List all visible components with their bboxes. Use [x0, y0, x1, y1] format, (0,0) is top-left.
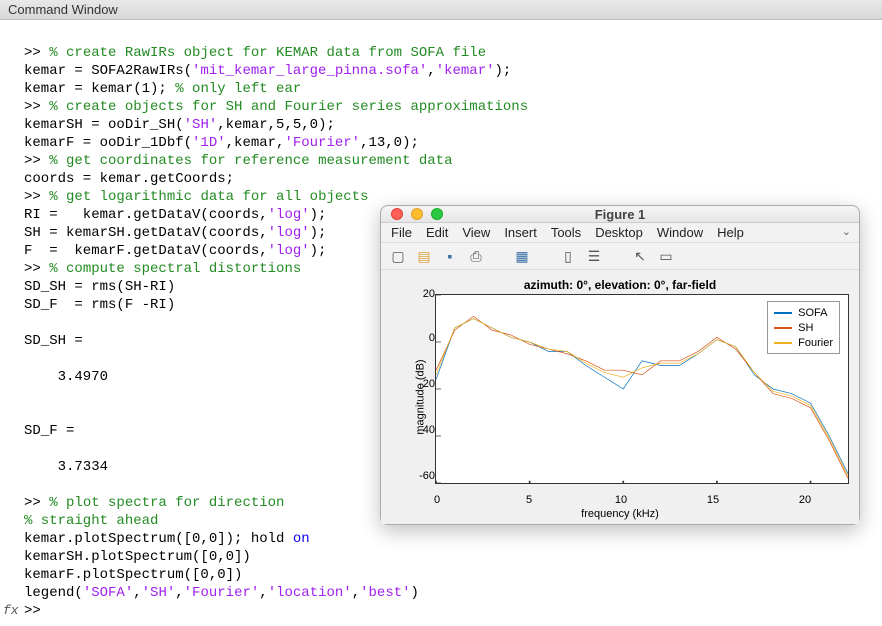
prompt: >>	[24, 495, 41, 511]
fx-indicator: fx	[3, 602, 19, 620]
close-icon[interactable]	[391, 208, 403, 220]
prompt: >>	[24, 99, 41, 115]
y-tick: -60	[405, 470, 435, 482]
new-figure-icon[interactable]: ▢	[389, 247, 407, 265]
comment: % straight ahead	[24, 513, 158, 529]
legend-entry-sh: SH	[774, 320, 833, 335]
code-line: kemar = kemar(1); % only left ear	[24, 81, 301, 97]
menu-file[interactable]: File	[391, 225, 412, 240]
colorbar-icon[interactable]: ▯	[559, 247, 577, 265]
y-tick: 0	[405, 332, 435, 344]
code-line: kemarSH = ooDir_SH('SH',kemar,5,5,0);	[24, 117, 335, 133]
code-line: kemarSH.plotSpectrum([0,0])	[24, 549, 251, 565]
plot-title: azimuth: 0°, elevation: 0°, far-field	[391, 278, 849, 292]
code-line: kemar = SOFA2RawIRs('mit_kemar_large_pin…	[24, 63, 511, 79]
window-title-bar: Command Window	[0, 0, 882, 20]
minimize-icon[interactable]	[411, 208, 423, 220]
prompt: >>	[24, 261, 41, 277]
x-tick: 20	[799, 494, 811, 506]
plot-area: azimuth: 0°, elevation: 0°, far-field ma…	[381, 270, 859, 524]
output-var: SD_F =	[24, 423, 74, 439]
output-var: SD_SH =	[24, 333, 83, 349]
code-line: legend('SOFA','SH','Fourier','location',…	[24, 585, 419, 601]
prompt: >>	[24, 153, 41, 169]
code-line: SH = kemarSH.getDataV(coords,'log');	[24, 225, 326, 241]
x-tick: 15	[707, 494, 719, 506]
x-tick: 5	[526, 494, 532, 506]
code-line: RI = kemar.getDataV(coords,'log');	[24, 207, 326, 223]
figure-window[interactable]: Figure 1 File Edit View Insert Tools Des…	[380, 205, 860, 525]
y-tick: -40	[405, 424, 435, 436]
code-line: SD_F = rms(F -RI)	[24, 297, 175, 313]
legend-swatch	[774, 342, 792, 344]
menu-edit[interactable]: Edit	[426, 225, 448, 240]
menu-overflow-icon[interactable]: ⌄	[842, 225, 851, 238]
legend-swatch	[774, 327, 792, 329]
code-line: kemar.plotSpectrum([0,0]); hold on	[24, 531, 310, 547]
x-tick: 10	[615, 494, 627, 506]
open-icon[interactable]: ▤	[415, 247, 433, 265]
legend-swatch	[774, 312, 792, 314]
comment: % create objects for SH and Fourier seri…	[49, 99, 528, 115]
menu-desktop[interactable]: Desktop	[595, 225, 643, 240]
code-line: F = kemarF.getDataV(coords,'log');	[24, 243, 326, 259]
x-axis-label: frequency (kHz)	[381, 508, 859, 520]
menu-tools[interactable]: Tools	[551, 225, 581, 240]
code-line: coords = kemar.getCoords;	[24, 171, 234, 187]
prompt: >>	[24, 189, 41, 205]
zoom-icon[interactable]	[431, 208, 443, 220]
save-icon[interactable]: ▪	[441, 247, 459, 265]
window-title: Command Window	[8, 2, 118, 17]
comment: % get logarithmic data for all objects	[49, 189, 368, 205]
comment: % create RawIRs object for KEMAR data fr…	[49, 45, 486, 61]
menu-window[interactable]: Window	[657, 225, 703, 240]
legend-entry-fourier: Fourier	[774, 335, 833, 350]
output-value: 3.4970	[24, 369, 108, 385]
axes-box[interactable]: SOFA SH Fourier	[435, 294, 849, 484]
prompt: >>	[24, 45, 41, 61]
y-tick: 20	[405, 288, 435, 300]
prompt[interactable]: >>	[24, 603, 41, 619]
legend[interactable]: SOFA SH Fourier	[767, 301, 840, 354]
link-plot-icon[interactable]: ▦	[513, 247, 531, 265]
y-tick: -20	[405, 378, 435, 390]
menu-view[interactable]: View	[462, 225, 490, 240]
figure-menubar: File Edit View Insert Tools Desktop Wind…	[381, 223, 859, 243]
open-property-icon[interactable]: ▭	[657, 247, 675, 265]
menu-help[interactable]: Help	[717, 225, 744, 240]
figure-titlebar[interactable]: Figure 1	[381, 206, 859, 223]
comment: % get coordinates for reference measurem…	[49, 153, 452, 169]
print-icon[interactable]: ⎙	[467, 247, 485, 265]
figure-toolbar: ▢ ▤ ▪ ⎙ ▦ ▯ ☰ ↖ ▭	[381, 243, 859, 270]
output-value: 3.7334	[24, 459, 108, 475]
figure-title: Figure 1	[381, 207, 859, 222]
legend-entry-sofa: SOFA	[774, 305, 833, 320]
comment: % compute spectral distortions	[49, 261, 301, 277]
code-line: kemarF = ooDir_1Dbf('1D',kemar,'Fourier'…	[24, 135, 419, 151]
legend-icon[interactable]: ☰	[585, 247, 603, 265]
code-line: SD_SH = rms(SH-RI)	[24, 279, 175, 295]
x-tick: 0	[434, 494, 440, 506]
comment: % plot spectra for direction	[49, 495, 284, 511]
menu-insert[interactable]: Insert	[504, 225, 537, 240]
code-line: kemarF.plotSpectrum([0,0])	[24, 567, 242, 583]
edit-plot-icon[interactable]: ↖	[631, 247, 649, 265]
window-controls	[391, 208, 443, 220]
